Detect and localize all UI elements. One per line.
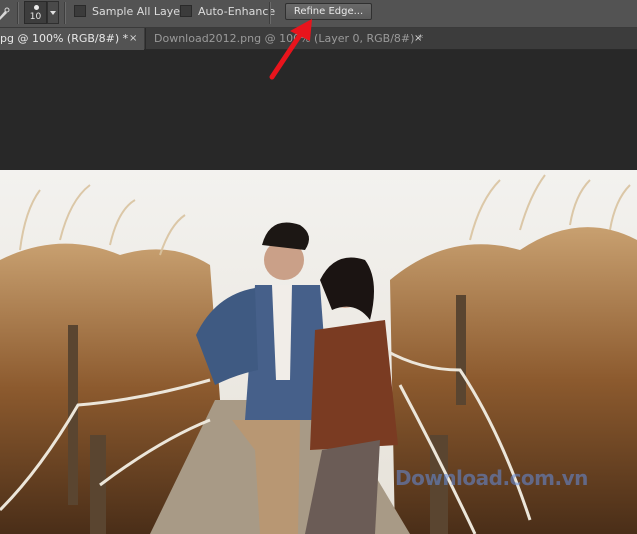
brush-size-value: 10 — [29, 12, 42, 22]
brush-tip-icon — [34, 5, 39, 10]
tab-label: pg @ 100% (RGB/8#) * — [0, 32, 129, 45]
sample-all-layers-label[interactable]: Sample All Layers — [92, 5, 190, 18]
red-arrow-annotation — [262, 17, 322, 85]
toolbar-divider — [17, 2, 19, 24]
watermark-text: Download.com.vn — [395, 466, 588, 490]
close-icon[interactable]: × — [129, 28, 137, 50]
brush-preset-picker[interactable]: 10 — [24, 1, 47, 24]
brush-preset-dropdown[interactable] — [47, 1, 59, 24]
sample-all-layers-checkbox[interactable] — [74, 5, 86, 17]
close-icon[interactable]: × — [414, 28, 422, 50]
quick-selection-tool-icon[interactable] — [0, 6, 10, 20]
tab-document-1[interactable]: pg @ 100% (RGB/8#) * × — [0, 28, 144, 50]
auto-enhance-checkbox[interactable] — [180, 5, 192, 17]
toolbar-divider — [64, 2, 66, 24]
